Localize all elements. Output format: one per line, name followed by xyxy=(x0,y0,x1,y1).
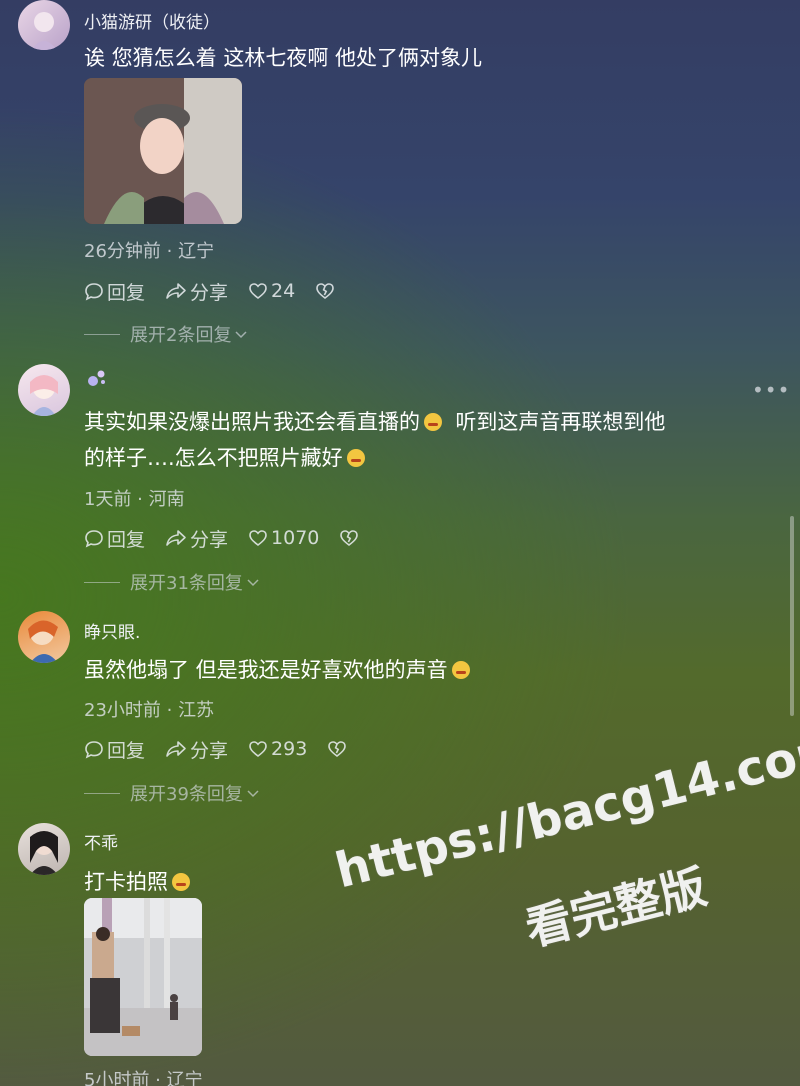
expand-label: 展开2条回复 xyxy=(130,325,232,346)
chevron-down-icon xyxy=(247,579,259,587)
like-button[interactable]: 1070 xyxy=(248,527,319,549)
comment-meta: 5小时前 · 辽宁 xyxy=(84,1070,203,1086)
emoji-icon xyxy=(451,661,470,679)
expand-replies[interactable]: 展开2条回复 xyxy=(84,321,249,347)
comment-meta: 26分钟前 · 辽宁 xyxy=(84,241,215,262)
share-icon xyxy=(166,283,186,299)
username[interactable]: 睁只眼. xyxy=(84,618,140,643)
heart-icon xyxy=(249,283,267,300)
reply-icon xyxy=(85,530,103,548)
comment-text: 诶 您猜怎么着 这林七夜啊 他处了俩对象儿 xyxy=(84,46,483,70)
broken-heart-icon xyxy=(328,741,347,758)
share-icon xyxy=(166,530,186,546)
share-icon xyxy=(166,741,186,757)
comment-photo[interactable] xyxy=(84,898,202,1056)
expand-replies[interactable]: 展开39条回复 xyxy=(84,780,261,806)
more-options-icon[interactable]: ••• xyxy=(752,378,790,402)
reply-icon xyxy=(85,741,103,759)
username[interactable]: 小猫游研（收徒） xyxy=(84,8,220,33)
divider xyxy=(84,333,120,335)
dislike-button[interactable] xyxy=(327,739,350,759)
reply-label: 回复 xyxy=(107,739,146,762)
heart-icon xyxy=(249,530,267,547)
emoji-icon xyxy=(172,873,190,891)
bubbles-icon xyxy=(86,368,108,392)
comment-meta: 1天前 · 河南 xyxy=(84,489,185,510)
reply-button[interactable]: 回复 xyxy=(84,278,145,305)
like-button[interactable]: 24 xyxy=(248,280,295,302)
share-button[interactable]: 分享 xyxy=(165,278,228,305)
comment-text: 虽然他塌了 但是我还是好喜欢他的声音 xyxy=(84,652,774,688)
avatar[interactable] xyxy=(18,364,70,416)
share-label: 分享 xyxy=(190,528,229,551)
reply-label: 回复 xyxy=(107,528,146,551)
avatar[interactable] xyxy=(18,0,70,50)
broken-heart-icon xyxy=(316,283,335,300)
chevron-down-icon xyxy=(247,790,259,798)
dislike-button[interactable] xyxy=(339,528,362,548)
comment-photo[interactable] xyxy=(84,78,242,224)
share-label: 分享 xyxy=(190,281,229,304)
reply-icon xyxy=(85,283,103,301)
reply-button[interactable]: 回复 xyxy=(84,525,145,552)
comment-actions: 回复 分享 293 xyxy=(84,736,370,762)
like-count: 1070 xyxy=(271,527,320,549)
comment-actions: 回复 分享 24 xyxy=(84,278,358,304)
like-count: 24 xyxy=(271,280,296,302)
share-label: 分享 xyxy=(190,739,229,762)
expand-label: 展开39条回复 xyxy=(130,784,243,805)
expand-replies[interactable]: 展开31条回复 xyxy=(84,569,261,595)
comment-meta: 23小时前 · 江苏 xyxy=(84,700,215,721)
divider xyxy=(84,581,120,583)
scrollbar[interactable] xyxy=(790,516,794,716)
comment-actions: 回复 分享 1070 xyxy=(84,525,382,551)
heart-icon xyxy=(249,741,267,758)
avatar[interactable] xyxy=(18,823,70,875)
emoji-icon xyxy=(346,449,365,467)
chevron-down-icon xyxy=(235,331,247,339)
emoji-icon xyxy=(424,413,442,431)
like-count: 293 xyxy=(271,738,308,760)
share-button[interactable]: 分享 xyxy=(165,736,228,763)
broken-heart-icon xyxy=(340,530,359,547)
username[interactable]: 不乖 xyxy=(84,829,118,854)
like-button[interactable]: 293 xyxy=(248,738,307,760)
dislike-button[interactable] xyxy=(315,281,338,301)
comment-text: 其实如果没爆出照片我还会看直播的 听到这声音再联想到他 的样子….怎么不把照片藏… xyxy=(84,410,666,470)
reply-button[interactable]: 回复 xyxy=(84,736,145,763)
avatar[interactable] xyxy=(18,611,70,663)
expand-label: 展开31条回复 xyxy=(130,573,243,594)
reply-label: 回复 xyxy=(107,281,146,304)
share-button[interactable]: 分享 xyxy=(165,525,228,552)
divider xyxy=(84,792,120,794)
